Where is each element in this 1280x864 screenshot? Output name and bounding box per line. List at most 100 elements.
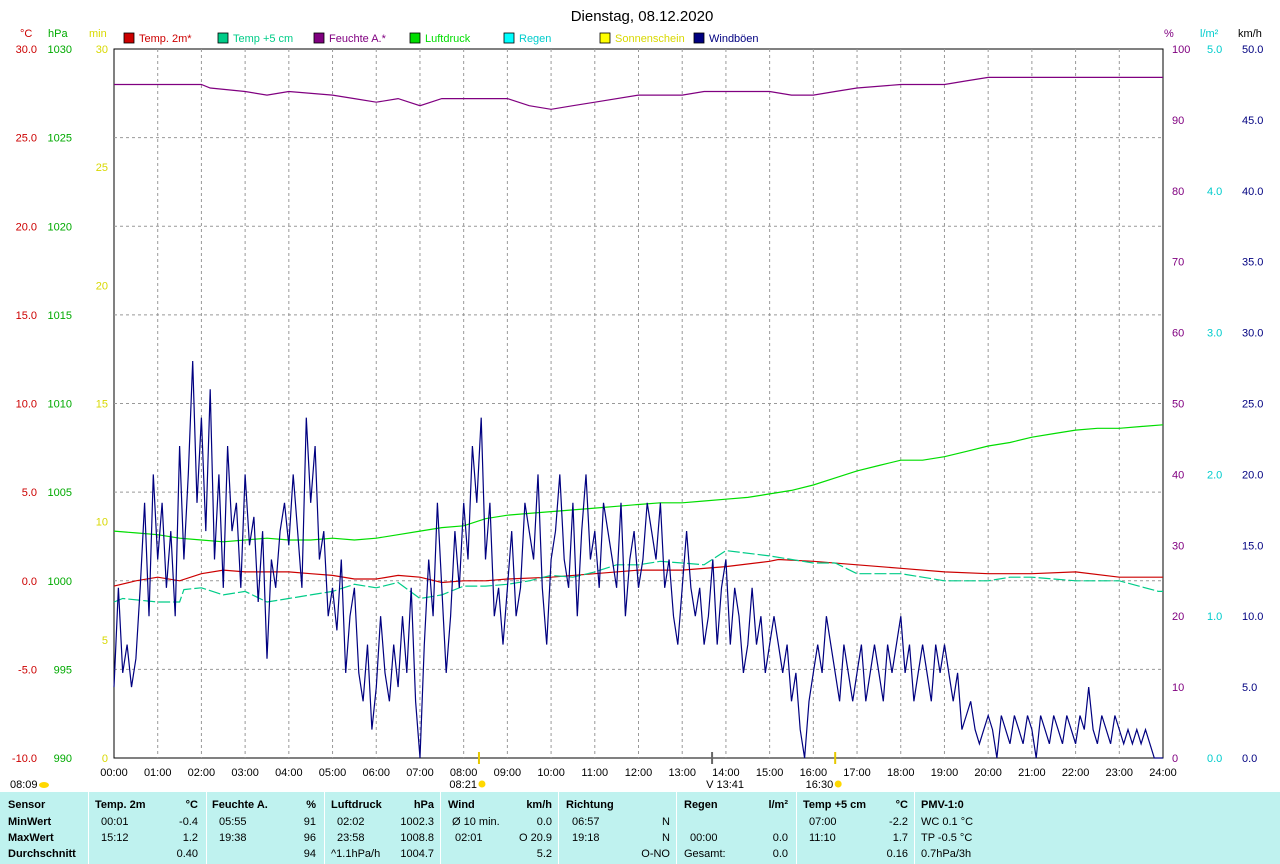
tick-x: 24:00	[1149, 767, 1177, 779]
tick-wind: 45.0	[1242, 115, 1263, 127]
row-label-min: MinWert	[8, 816, 52, 828]
pressure-trend: ^1.1hPa/h	[331, 848, 381, 860]
tick-sunshine: 10	[96, 517, 108, 529]
temp5-max: 1.7	[892, 832, 908, 844]
legend-label: Luftdruck	[425, 33, 471, 45]
direction-r1: N	[662, 816, 670, 828]
tick-humidity: 80	[1172, 186, 1184, 198]
tick-x: 06:00	[362, 767, 390, 779]
tick-sunshine: 30	[96, 44, 108, 56]
tick-wind: 50.0	[1242, 44, 1263, 56]
stats-header-humidity-unit: %	[306, 799, 316, 811]
tick-x: 08:00	[450, 767, 478, 779]
temp-min-time: 00:01	[101, 816, 129, 828]
tick-wind: 25.0	[1242, 399, 1263, 411]
tick-pressure: 1000	[48, 576, 72, 588]
tick-x: 01:00	[144, 767, 172, 779]
tick-rain: 5.0	[1207, 44, 1222, 56]
tick-rain: 3.0	[1207, 328, 1222, 340]
tick-wind: 20.0	[1242, 469, 1263, 481]
stats-header-humidity: Feuchte A.	[212, 799, 268, 811]
tick-rain: 2.0	[1207, 469, 1222, 481]
tick-humidity: 20	[1172, 611, 1184, 623]
tick-humidity: 30	[1172, 540, 1184, 552]
tick-wind: 0.0	[1242, 753, 1257, 765]
tick-x: 23:00	[1106, 767, 1134, 779]
direction-avg: O-NO	[641, 848, 670, 860]
pmv-tp: TP -0.5 °C	[921, 832, 973, 844]
stats-header-temp: Temp. 2m	[95, 799, 146, 811]
sunrise-sun-icon	[478, 780, 486, 788]
pressure-min: 1002.3	[400, 816, 434, 828]
stats-header-temp-unit: °C	[185, 799, 198, 811]
tick-wind: 10.0	[1242, 611, 1263, 623]
legend-swatch	[409, 32, 421, 44]
legend-swatch	[217, 32, 229, 44]
tick-pressure: 1010	[48, 399, 72, 411]
stats-header-pressure: Luftdruck	[331, 799, 382, 811]
rain-max: 0.0	[772, 832, 788, 844]
tick-temp: 5.0	[22, 487, 37, 499]
legend-label: Windböen	[709, 33, 759, 45]
tick-humidity: 100	[1172, 44, 1190, 56]
legend-swatch	[693, 32, 705, 44]
tick-x: 20:00	[974, 767, 1002, 779]
legend-swatch	[503, 32, 515, 44]
tick-sunshine: 15	[96, 399, 108, 411]
tick-sunshine: 25	[96, 162, 108, 174]
noon-label: V 13:41	[706, 779, 744, 791]
tick-temp: 20.0	[16, 221, 37, 233]
tick-x: 17:00	[843, 767, 871, 779]
unit-rain: l/m²	[1200, 28, 1219, 40]
tick-wind: 5.0	[1242, 682, 1257, 694]
tick-temp: -5.0	[18, 664, 37, 676]
stats-panel: Sensor MinWert MaxWert Durchschnitt Temp…	[0, 792, 1280, 864]
temp5-max-time: 11:10	[809, 832, 836, 844]
tick-humidity: 50	[1172, 399, 1184, 411]
temp5-avg: 0.16	[886, 848, 908, 860]
humidity-max-time: 19:38	[219, 832, 247, 844]
temp5-min: -2.2	[889, 816, 908, 828]
tick-x: 02:00	[188, 767, 216, 779]
row-label-max: MaxWert	[8, 832, 54, 844]
legend-label: Regen	[519, 33, 551, 45]
legend-label: Temp +5 cm	[233, 33, 293, 45]
tick-x: 10:00	[537, 767, 565, 779]
tick-x: 00:00	[100, 767, 128, 779]
direction-r2-time: 19:18	[572, 832, 600, 844]
legend-label: Sonnenschein	[615, 33, 685, 45]
legend: Temp. 2m* Temp +5 cm Feuchte A.* Luftdruck R…	[123, 32, 759, 45]
rain-total: 0.0	[772, 848, 788, 860]
weather-chart: Dienstag, 08.12.2020 Temp. 2m* Temp +5 cm…	[10, 8, 1263, 791]
tick-temp: -10.0	[12, 753, 37, 765]
stats-header-rain: Regen	[684, 799, 718, 811]
tick-x: 13:00	[668, 767, 696, 779]
tick-pressure: 1015	[48, 310, 72, 322]
tick-pressure: 1030	[48, 44, 72, 56]
tick-x: 12:00	[625, 767, 653, 779]
sunrise-label: 08:21	[449, 779, 477, 791]
legend-label: Feuchte A.*	[329, 33, 387, 45]
tick-rain: 0.0	[1207, 753, 1222, 765]
row-label-avg: Durchschnitt	[8, 848, 76, 860]
tick-humidity: 0	[1172, 753, 1178, 765]
chart-title: Dienstag, 08.12.2020	[571, 8, 714, 25]
temp-max-time: 15:12	[101, 832, 129, 844]
tick-humidity: 10	[1172, 682, 1184, 694]
stats-header-direction: Richtung	[566, 799, 614, 811]
unit-humidity: %	[1164, 28, 1174, 40]
wind-max-time: 02:01	[455, 832, 483, 844]
unit-sunshine: min	[89, 28, 107, 40]
tick-x: 11:00	[581, 767, 608, 779]
stats-header-pressure-unit: hPa	[413, 799, 434, 811]
humidity-avg: 94	[303, 848, 316, 860]
sunset-label: 16:30	[806, 779, 834, 791]
tick-humidity: 40	[1172, 469, 1184, 481]
tick-x: 03:00	[231, 767, 259, 779]
tick-temp: 10.0	[16, 399, 37, 411]
humidity-min: 91	[303, 816, 316, 828]
stats-header-temp5-unit: °C	[895, 799, 908, 811]
humidity-min-time: 05:55	[219, 816, 247, 828]
tick-humidity: 90	[1172, 115, 1184, 127]
tick-x: 18:00	[887, 767, 915, 779]
